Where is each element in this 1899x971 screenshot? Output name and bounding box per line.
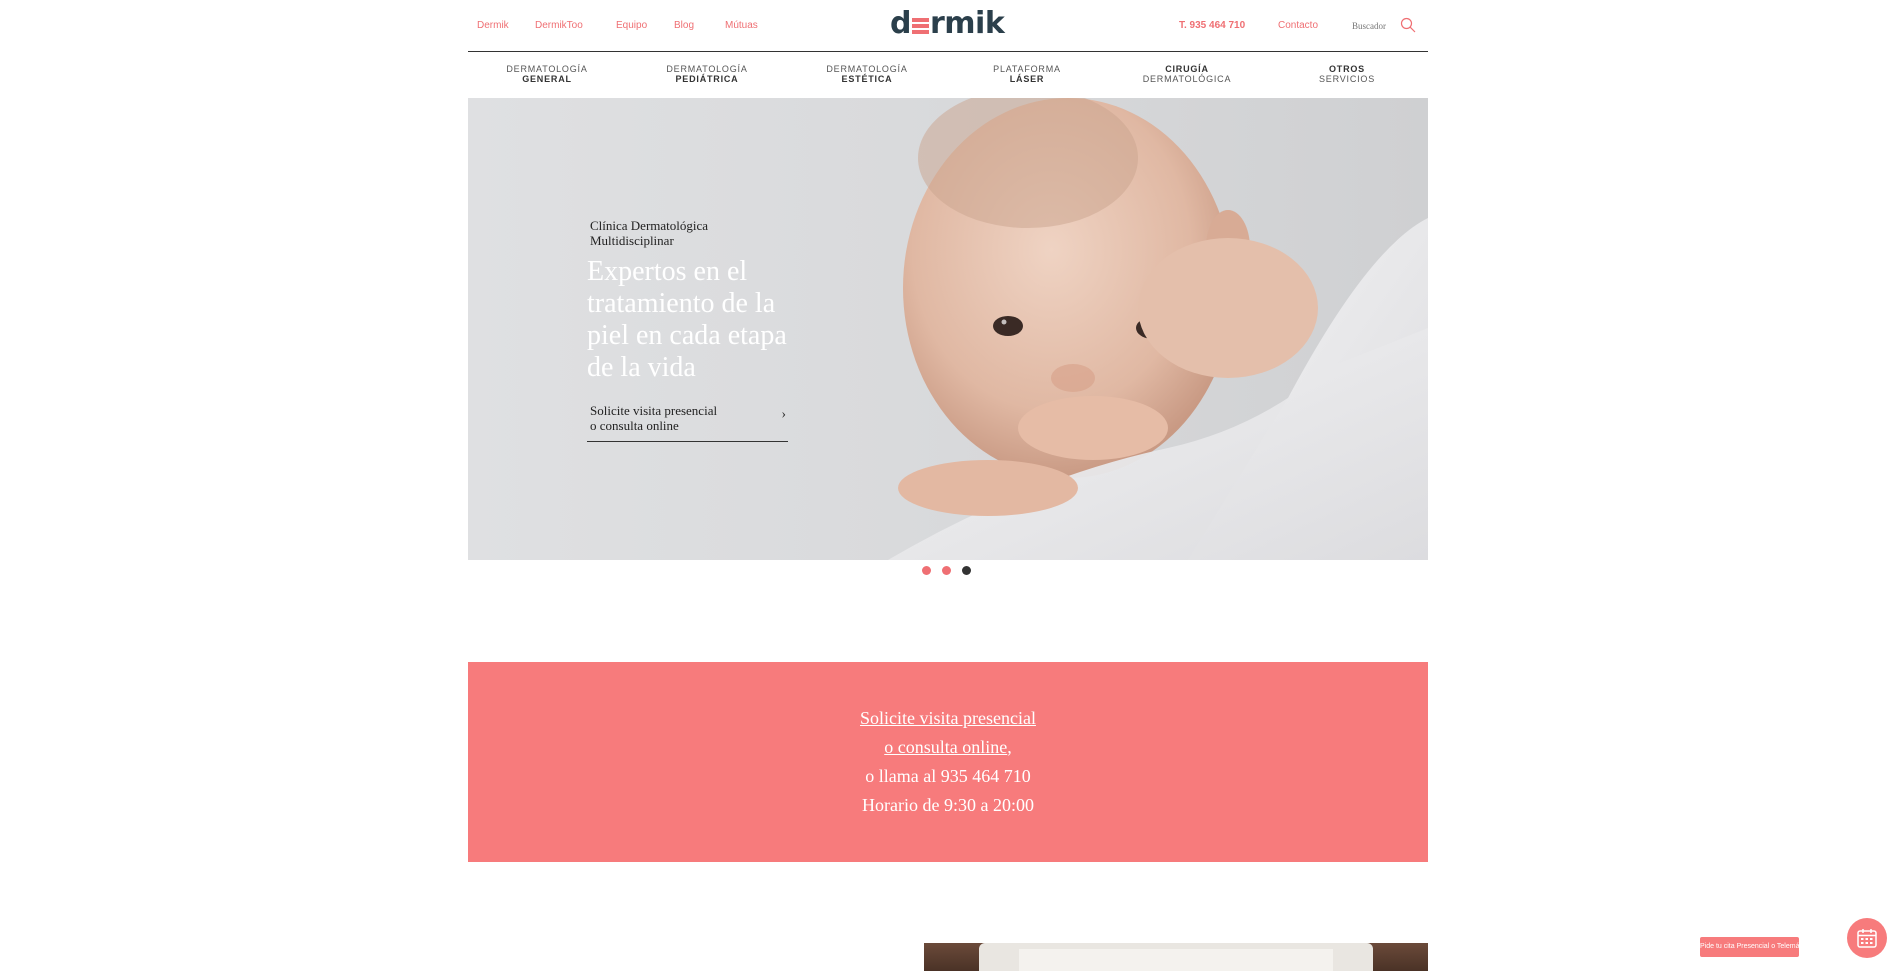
nav-dermatologia-general[interactable]: DERMATOLOGÍA GENERAL: [477, 64, 617, 84]
nav-item-line2: LÁSER: [1009, 74, 1045, 84]
nav-item-line1: OTROS: [1328, 64, 1365, 74]
search-label[interactable]: Buscador: [1352, 21, 1386, 31]
nav-item-line1: DERMATOLOGÍA: [826, 64, 908, 74]
slider-dot-1[interactable]: [922, 566, 931, 575]
logo-text-left: d: [890, 6, 911, 41]
hero-subtitle: Clínica Dermatológica Multidisciplinar: [590, 218, 750, 248]
phone-link[interactable]: T. 935 464 710: [1179, 20, 1245, 31]
hero-cta-line2: o consulta online: [590, 418, 679, 433]
nav-item-line2: PEDIÁTRICA: [675, 74, 739, 84]
nav-item-line2: GENERAL: [522, 74, 572, 84]
nav-dermatologia-pediatrica[interactable]: DERMATOLOGÍA PEDIÁTRICA: [637, 64, 777, 84]
hero-cta-button[interactable]: Solicite visita presencial o consulta on…: [587, 403, 788, 442]
banner-phone-line: o llama al 935 464 710: [865, 766, 1031, 786]
hero-subtitle-line1: Clínica Dermatológica: [590, 218, 709, 233]
slider-dot-3[interactable]: [962, 566, 971, 575]
chevron-right-icon: ›: [781, 407, 786, 422]
nav-item-line2: ESTÉTICA: [841, 74, 893, 84]
nav-link-dermiktoo[interactable]: DermikToo: [535, 20, 583, 31]
nav-item-line1: PLATAFORMA: [993, 64, 1061, 74]
nav-item-line1: CIRUGÍA: [1165, 64, 1209, 74]
top-bar: Dermik DermikToo Equipo Blog Mútuas d rmi…: [468, 0, 1428, 52]
nav-otros-servicios[interactable]: OTROS SERVICIOS: [1277, 64, 1417, 84]
banner-visit-link-line2[interactable]: o consulta online: [884, 737, 1007, 757]
bathtub-image: [924, 943, 1428, 971]
logo[interactable]: d rmik: [890, 6, 1005, 41]
nav-link-dermik[interactable]: Dermik: [477, 20, 509, 31]
nav-item-line1: DERMATOLOGÍA: [506, 64, 588, 74]
slider-dot-2[interactable]: [942, 566, 951, 575]
nav-cirugia-dermatologica[interactable]: CIRUGÍA DERMATOLÓGICA: [1117, 64, 1257, 84]
calendar-button[interactable]: [1847, 918, 1887, 958]
calendar-icon: [1857, 929, 1877, 948]
slider-dots: [922, 566, 971, 575]
hero-title: Expertos en el tratamiento de la piel en…: [587, 256, 787, 383]
nav-item-line2: DERMATOLÓGICA: [1142, 74, 1232, 84]
appointment-float-button[interactable]: Pide tu cita Presencial o Telemática: [1700, 937, 1810, 957]
search-icon[interactable]: [1400, 17, 1416, 33]
contact-link[interactable]: Contacto: [1278, 20, 1318, 31]
hero-cta-line1: Solicite visita presencial: [590, 403, 718, 418]
logo-e-mark: [911, 17, 929, 34]
hero-subtitle-line2: Multidisciplinar: [590, 233, 674, 248]
banner-comma: ,: [1007, 737, 1012, 757]
banner-hours-line: Horario de 9:30 a 20:00: [862, 795, 1034, 815]
nav-dermatologia-estetica[interactable]: DERMATOLOGÍA ESTÉTICA: [797, 64, 937, 84]
nav-link-blog[interactable]: Blog: [674, 20, 694, 31]
nav-item-line2: SERVICIOS: [1318, 74, 1376, 84]
nav-item-line1: DERMATOLOGÍA: [666, 64, 748, 74]
banner-visit-link-line1[interactable]: Solicite visita presencial: [468, 704, 1428, 733]
appointment-banner: Solicite visita presencial o consulta on…: [468, 662, 1428, 862]
nav-link-mutuas[interactable]: Mútuas: [725, 20, 758, 31]
nav-link-equipo[interactable]: Equipo: [616, 20, 647, 31]
hero-slider[interactable]: Clínica Dermatológica Multidisciplinar E…: [468, 98, 1428, 560]
main-nav: DERMATOLOGÍA GENERAL DERMATOLOGÍA PEDIÁT…: [468, 52, 1428, 98]
logo-text-right: rmik: [929, 6, 1005, 41]
nav-plataforma-laser[interactable]: PLATAFORMA LÁSER: [957, 64, 1097, 84]
